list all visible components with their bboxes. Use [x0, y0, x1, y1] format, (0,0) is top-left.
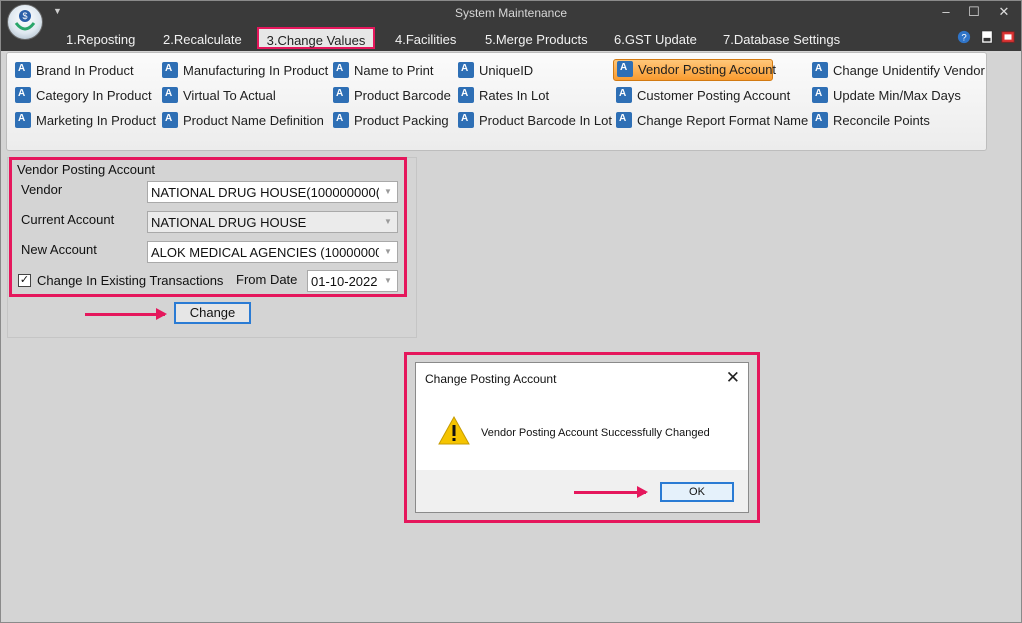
vendor-label: Vendor	[21, 182, 63, 197]
maximize-button[interactable]: ☐	[963, 4, 985, 20]
unidentify-vendor-icon	[812, 62, 828, 78]
window-title: System Maintenance	[454, 6, 568, 20]
form-title: Vendor Posting Account	[17, 162, 156, 177]
exit-icon[interactable]	[1001, 29, 1015, 45]
chevron-down-icon[interactable]: ▼	[381, 243, 395, 261]
tab-facilities[interactable]: 4.Facilities	[395, 32, 456, 47]
rates-icon	[458, 87, 474, 103]
change-pointer-arrow	[85, 308, 167, 320]
marketing-icon	[15, 112, 31, 128]
tab-gst-update[interactable]: 6.GST Update	[614, 32, 697, 47]
min-max-icon	[812, 87, 828, 103]
name-definition-icon	[162, 112, 178, 128]
current-account-value: NATIONAL DRUG HOUSE	[151, 215, 307, 230]
document-icon[interactable]	[980, 29, 994, 45]
print-name-icon	[333, 62, 349, 78]
ok-button[interactable]: OK	[660, 482, 734, 502]
vendor-combo[interactable]: NATIONAL DRUG HOUSE(100000000( ▼	[147, 181, 398, 203]
report-format-icon	[616, 112, 632, 128]
tab-change-values-label: 3.Change Values	[266, 33, 366, 48]
vendor-value: NATIONAL DRUG HOUSE(100000000(	[151, 185, 379, 200]
virtual-icon	[162, 87, 178, 103]
from-date-picker[interactable]: 01-10-2022 ▼	[307, 270, 398, 292]
chevron-down-icon: ▼	[384, 217, 392, 226]
reconcile-icon	[812, 112, 828, 128]
warning-icon	[438, 416, 470, 445]
dialog-body: Change Posting Account ✕ Vendor Posting …	[416, 363, 748, 470]
dialog-title: Change Posting Account	[425, 372, 557, 386]
svg-text:?: ?	[961, 33, 966, 44]
application-window: System Maintenance ▼ – ☐ ✕ $ 1.Reposting…	[0, 0, 1022, 623]
current-account-label: Current Account	[21, 212, 115, 227]
new-account-value: ALOK MEDICAL AGENCIES (10000000(	[151, 245, 379, 260]
ribbon-panel: Brand In Product Category In Product Mar…	[6, 52, 987, 151]
new-account-label: New Account	[21, 242, 97, 257]
vendor-posting-icon	[617, 61, 633, 77]
from-date-value: 01-10-2022	[311, 274, 378, 289]
change-button[interactable]: Change	[174, 302, 251, 324]
tab-database-settings[interactable]: 7.Database Settings	[723, 32, 840, 47]
dialog-message: Vendor Posting Account Successfully Chan…	[481, 427, 710, 439]
uniqueid-icon	[458, 62, 474, 78]
packing-icon	[333, 112, 349, 128]
barcode-icon	[333, 87, 349, 103]
minimize-button[interactable]: –	[935, 4, 957, 19]
category-icon	[15, 87, 31, 103]
chevron-down-icon[interactable]: ▼	[381, 183, 395, 201]
change-existing-checkbox[interactable]: ✓	[18, 274, 31, 287]
title-bar: System Maintenance ▼ – ☐ ✕	[1, 1, 1021, 25]
close-window-button[interactable]: ✕	[993, 4, 1015, 20]
svg-text:$: $	[22, 11, 27, 21]
lot-barcode-icon	[458, 112, 474, 128]
change-existing-label[interactable]: Change In Existing Transactions	[37, 273, 223, 288]
app-logo-icon[interactable]: $	[7, 4, 43, 40]
quick-access-dropdown-icon[interactable]: ▼	[53, 6, 62, 16]
tab-change-values[interactable]: 3.Change Values	[257, 27, 375, 49]
ribbon-item-vendor-posting-account[interactable]: Vendor Posting Account	[613, 59, 776, 81]
manufacturing-icon	[162, 62, 178, 78]
tab-recalculate[interactable]: 2.Recalculate	[163, 32, 242, 47]
help-icon[interactable]: ?	[957, 29, 971, 45]
dialog-close-icon[interactable]: ✕	[726, 368, 740, 388]
tab-bar: 1.Reposting 2.Recalculate 3.Change Value…	[1, 25, 1021, 51]
tab-reposting[interactable]: 1.Reposting	[66, 32, 135, 47]
chevron-down-icon[interactable]: ▼	[381, 272, 395, 290]
customer-posting-icon	[616, 87, 632, 103]
tab-merge-products[interactable]: 5.Merge Products	[485, 32, 588, 47]
ok-pointer-arrow	[574, 486, 648, 498]
current-account-combo: NATIONAL DRUG HOUSE ▼	[147, 211, 398, 233]
message-dialog: Change Posting Account ✕ Vendor Posting …	[415, 362, 749, 513]
from-date-label: From Date	[236, 272, 298, 287]
new-account-combo[interactable]: ALOK MEDICAL AGENCIES (10000000( ▼	[147, 241, 398, 263]
brand-icon	[15, 62, 31, 78]
